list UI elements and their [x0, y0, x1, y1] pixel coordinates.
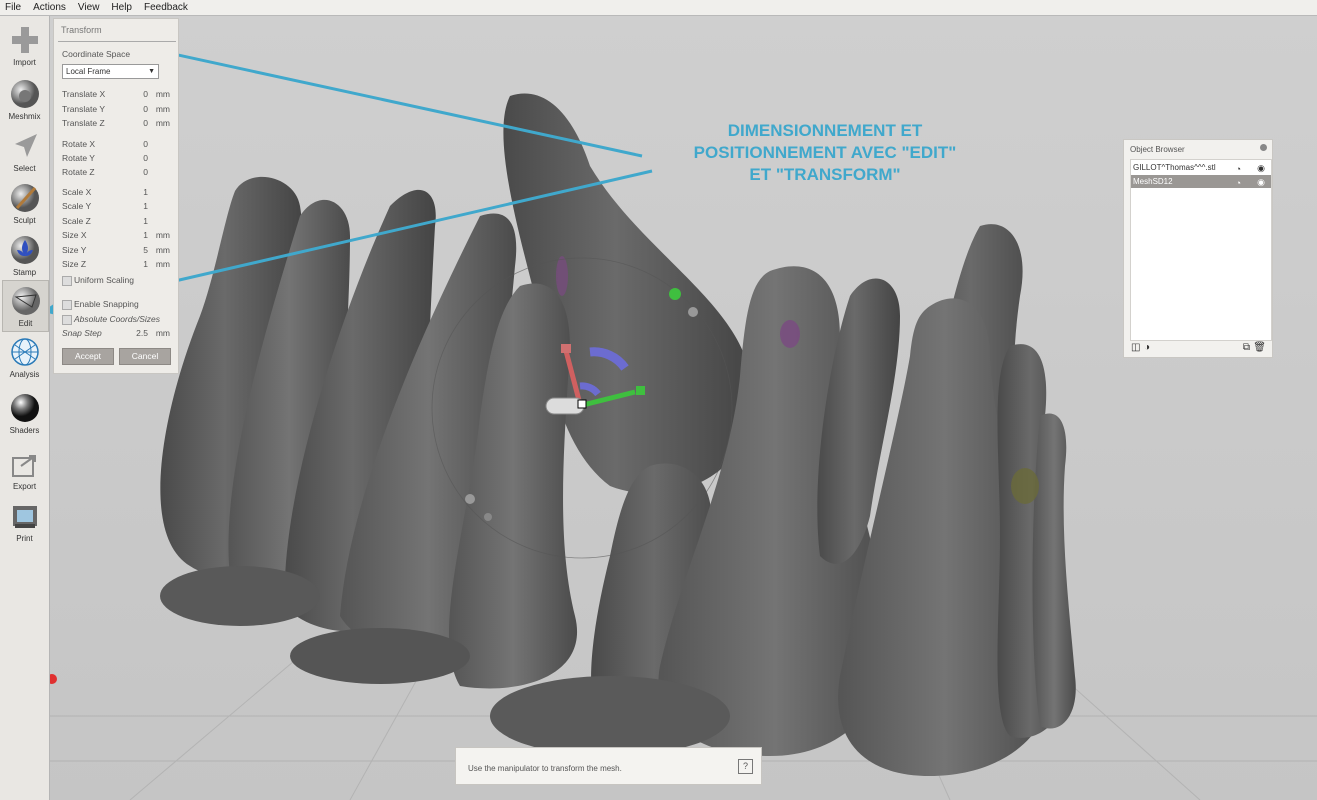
transform-row: Size X 1 mm: [62, 230, 170, 240]
transform-value-input[interactable]: 1: [143, 187, 148, 197]
trash-icon[interactable]: 🗑: [1253, 342, 1266, 353]
transform-row: Rotate Y0: [62, 153, 148, 163]
cube-icon[interactable]: ◫: [1131, 342, 1140, 353]
rotate-handle-gray[interactable]: [484, 513, 492, 521]
transform-value-input[interactable]: 0: [143, 139, 148, 149]
lock-icon[interactable]: ◔: [1236, 177, 1241, 190]
tool-meshmix[interactable]: Meshmix: [2, 74, 47, 124]
transform-value-input[interactable]: 0: [143, 167, 148, 177]
status-message: Use the manipulator to transform the mes…: [468, 764, 622, 773]
panel-title: Transform: [61, 25, 102, 35]
tool-label: Edit: [18, 319, 33, 328]
menu-feedback[interactable]: Feedback: [139, 0, 195, 15]
transform-row: Rotate X0: [62, 139, 148, 149]
tool-label: Print: [16, 534, 33, 543]
uniform-scaling-checkbox[interactable]: [62, 276, 72, 286]
object-list: GILLOT^Thomas^^^.stl ◔ ◉ MeshSD12 ◔ ◉: [1130, 159, 1272, 341]
transform-value-input[interactable]: 0: [143, 89, 148, 99]
close-icon[interactable]: [1260, 144, 1267, 151]
tool-label: Export: [12, 482, 37, 491]
transform-row: Rotate Z0: [62, 167, 148, 177]
status-message-box: Use the manipulator to transform the mes…: [455, 747, 762, 785]
list-item[interactable]: MeshSD12 ◔ ◉: [1131, 175, 1271, 188]
tool-label: Analysis: [9, 370, 40, 379]
tool-label: Select: [13, 164, 36, 173]
menu-file[interactable]: File: [0, 0, 28, 15]
enable-snapping-checkbox[interactable]: [62, 300, 72, 310]
object-browser-title: Object Browser: [1130, 145, 1185, 154]
help-button[interactable]: ?: [738, 759, 753, 774]
transform-row: Translate Z 0 mm: [62, 118, 170, 128]
snap-step-input[interactable]: 2.5: [136, 328, 148, 338]
transform-value-input[interactable]: 1: [143, 201, 148, 211]
enable-snapping-label: Enable Snapping: [74, 299, 139, 309]
transform-row: Translate Y 0 mm: [62, 104, 170, 114]
annotation-text: DIMENSIONNEMENT ET POSITIONNEMENT AVEC "…: [693, 121, 957, 184]
menu-actions[interactable]: Actions: [28, 0, 73, 15]
shaded-sphere-icon: [10, 394, 39, 422]
tool-edit[interactable]: Edit: [2, 280, 49, 332]
transform-row: Scale X1: [62, 187, 148, 197]
tool-label: Stamp: [12, 268, 37, 277]
cancel-button[interactable]: Cancel: [119, 348, 171, 365]
transform-row: Size Z 1 mm: [62, 259, 170, 269]
eye-icon[interactable]: ◉: [1257, 162, 1265, 175]
shader-icon[interactable]: ◑: [1144, 342, 1150, 353]
arrow-cursor-icon: [14, 134, 37, 157]
sphere-icon: [10, 80, 39, 108]
object-browser: Object Browser GILLOT^Thomas^^^.stl ◔ ◉ …: [1123, 139, 1273, 358]
eye-icon[interactable]: ◉: [1257, 176, 1265, 189]
tool-sculpt[interactable]: Sculpt: [2, 178, 47, 228]
transform-row: Scale Z1: [62, 216, 148, 226]
transform-row: Scale Y1: [62, 201, 148, 211]
coordinate-space-select[interactable]: Local Frame ▼: [62, 64, 159, 79]
accept-button[interactable]: Accept: [62, 348, 114, 365]
plus-icon: [11, 27, 38, 53]
transform-value-input[interactable]: 1: [143, 216, 148, 226]
chevron-down-icon: ▼: [148, 68, 155, 75]
transform-value-input[interactable]: 0: [143, 153, 148, 163]
edit-sphere-icon: [11, 287, 40, 315]
wire-sphere-icon: [10, 338, 39, 366]
transform-value-input[interactable]: 0: [143, 104, 148, 114]
tool-shaders[interactable]: Shaders: [2, 388, 47, 438]
brush-icon: [10, 184, 39, 212]
rotate-handle-gray[interactable]: [688, 307, 698, 317]
duplicate-icon[interactable]: ⧉: [1243, 342, 1250, 353]
rotate-handle-green[interactable]: [669, 288, 681, 300]
list-item[interactable]: GILLOT^Thomas^^^.stl ◔ ◉: [1131, 161, 1271, 174]
coordinate-space-label: Coordinate Space: [62, 49, 131, 59]
printer-icon: [12, 506, 37, 528]
rotate-handle-gray[interactable]: [465, 494, 475, 504]
transform-value-input[interactable]: 1: [143, 259, 148, 269]
tool-export[interactable]: Export: [2, 444, 47, 494]
transform-panel: Transform Coordinate Space Local Frame ▼…: [53, 18, 179, 374]
tool-analysis[interactable]: Analysis: [2, 332, 47, 382]
tool-print[interactable]: Print: [2, 496, 47, 546]
tool-label: Import: [13, 58, 36, 67]
menu-view[interactable]: View: [73, 0, 107, 15]
tool-label: Meshmix: [8, 112, 41, 121]
origin-marker: [50, 674, 57, 684]
tool-label: Shaders: [9, 426, 40, 435]
transform-value-input[interactable]: 1: [143, 230, 148, 240]
uniform-scaling-label: Uniform Scaling: [74, 275, 134, 285]
tool-import[interactable]: Import: [2, 20, 47, 70]
tool-sidebar: Import Meshmix Select Sculpt Stamp Edit: [0, 16, 50, 800]
transform-row: Translate X 0 mm: [62, 89, 170, 99]
snap-step-row: Snap Step 2.5 mm: [62, 328, 170, 338]
export-icon: [11, 455, 36, 477]
menu-bar: File Actions View Help Feedback: [0, 0, 1317, 16]
transform-value-input[interactable]: 0: [143, 118, 148, 128]
fleur-de-lis-icon: [10, 236, 39, 264]
absolute-coords-label: Absolute Coords/Sizes: [74, 314, 160, 324]
tool-label: Sculpt: [13, 216, 36, 225]
transform-row: Size Y 5 mm: [62, 245, 170, 255]
transform-value-input[interactable]: 5: [143, 245, 148, 255]
menu-help[interactable]: Help: [106, 0, 139, 15]
tool-stamp[interactable]: Stamp: [2, 230, 47, 280]
absolute-coords-checkbox[interactable]: [62, 315, 72, 325]
tooth-mesh[interactable]: [160, 93, 1076, 776]
tool-select[interactable]: Select: [2, 126, 47, 176]
